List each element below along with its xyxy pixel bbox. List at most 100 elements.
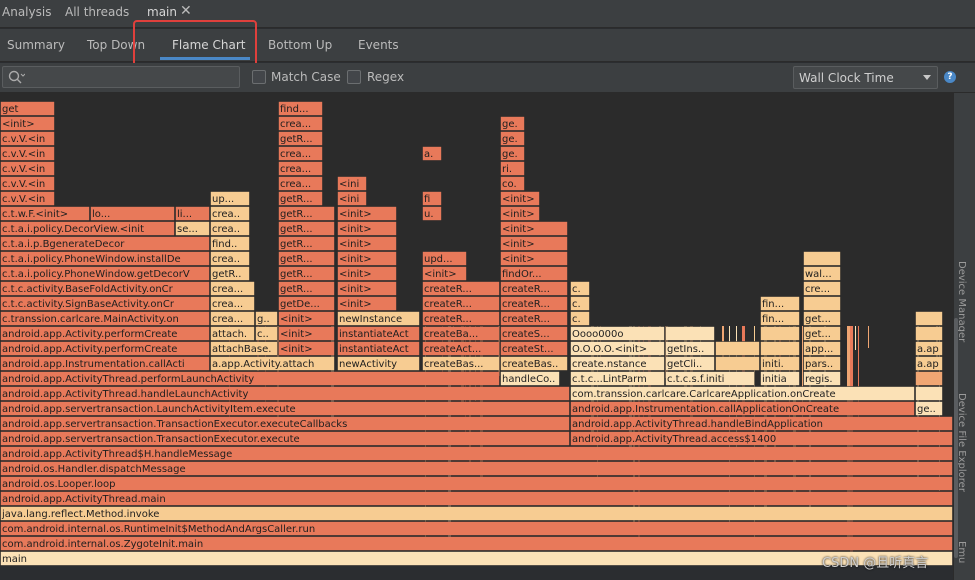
flame-frame[interactable]: <init>: [500, 236, 568, 251]
flame-frame[interactable]: regis.: [803, 371, 841, 386]
flame-frame[interactable]: cre...: [803, 281, 841, 296]
flame-frame[interactable]: initi.: [760, 356, 800, 371]
flame-frame[interactable]: crea..: [210, 251, 250, 266]
flame-frame[interactable]: c.t.a.i.policy.PhoneWindow.installDe: [0, 251, 210, 266]
flame-frame[interactable]: get: [0, 101, 55, 116]
flame-frame[interactable]: c.t.c...LintParm: [570, 371, 665, 386]
flame-frame-box[interactable]: [0, 551, 953, 566]
flame-frame[interactable]: c.v.V.<in: [0, 131, 55, 146]
flame-frame[interactable]: O.O.O.O.<init>: [570, 341, 665, 356]
flame-frame[interactable]: android.app.ActivityThread.performLaunch…: [0, 371, 500, 386]
tab-events[interactable]: Events: [358, 38, 399, 52]
flame-frame[interactable]: handleCo..: [500, 371, 560, 386]
tab-analysis[interactable]: Analysis: [2, 5, 51, 19]
flame-frame[interactable]: up...: [210, 191, 250, 206]
flame-frame[interactable]: attachBase.: [210, 341, 278, 356]
flame-frame[interactable]: crea..: [210, 221, 250, 236]
flame-frame[interactable]: android.app.Instrumentation.callActi: [0, 356, 210, 371]
regex-checkbox[interactable]: [347, 70, 361, 84]
flame-frame[interactable]: createR...: [422, 296, 500, 311]
flame-frame[interactable]: <init>: [500, 206, 540, 221]
flame-frame[interactable]: com.transsion.carlcare.CarlcareApplicati…: [570, 386, 915, 401]
flame-frame[interactable]: c.t.c.activity.SignBaseActivity.onCr: [0, 296, 210, 311]
flame-frame[interactable]: a.: [422, 146, 442, 161]
flame-frame[interactable]: create.nstance: [570, 356, 665, 371]
flame-frame[interactable]: <init>: [337, 206, 397, 221]
flame-frame-box[interactable]: [803, 296, 841, 311]
flame-frame[interactable]: c.: [570, 281, 590, 296]
flame-frame[interactable]: getR...: [278, 131, 323, 146]
flame-frame[interactable]: android.app.ActivityThread.handleLaunchA…: [0, 386, 570, 401]
flame-frame[interactable]: com.android.internal.os.ZygoteInit.main: [0, 536, 953, 551]
flame-frame[interactable]: c.v.V.<in: [0, 161, 55, 176]
flame-frame[interactable]: newInstance: [337, 311, 420, 326]
flame-frame[interactable]: createBas..: [500, 356, 568, 371]
flame-frame[interactable]: [760, 326, 800, 341]
flame-frame[interactable]: c.t.c.s.f.initi: [665, 371, 755, 386]
flame-frame[interactable]: c..: [255, 326, 278, 341]
flame-frame[interactable]: <init>: [278, 311, 335, 326]
flame-frame[interactable]: u.: [422, 206, 442, 221]
flame-frame[interactable]: <ini: [337, 191, 367, 206]
flame-frame-box[interactable]: [715, 356, 760, 371]
tab-summary[interactable]: Summary: [7, 38, 65, 52]
flame-frame[interactable]: c.v.V.<in: [0, 146, 55, 161]
flame-frame[interactable]: <init>: [422, 266, 467, 281]
flame-frame[interactable]: createR...: [422, 311, 500, 326]
flame-frame[interactable]: c.v.V.<in: [0, 176, 55, 191]
flame-frame[interactable]: [715, 356, 760, 371]
flame-frame[interactable]: <init>: [337, 236, 397, 251]
flame-frame[interactable]: a.ap: [915, 341, 943, 356]
flame-frame-box[interactable]: [915, 311, 943, 326]
flame-frame[interactable]: <init>: [500, 251, 568, 266]
flame-frame-box[interactable]: [760, 341, 800, 356]
flame-frame[interactable]: getR...: [278, 236, 335, 251]
flame-frame[interactable]: <init>: [337, 296, 397, 311]
flame-frame[interactable]: [915, 371, 943, 386]
flame-frame[interactable]: android.app.ActivityThread.handleBindApp…: [570, 416, 953, 431]
flame-frame[interactable]: lo...: [90, 206, 175, 221]
flame-frame[interactable]: se...: [175, 221, 210, 236]
flame-frame[interactable]: c.t.w.F.<init>: [0, 206, 90, 221]
flame-frame[interactable]: c.t.a.i.p.BgenerateDecor: [0, 236, 210, 251]
flame-frame[interactable]: android.app.servertransaction.Transactio…: [0, 416, 570, 431]
flame-frame[interactable]: [665, 326, 715, 341]
flame-frame[interactable]: [715, 341, 760, 356]
flame-frame[interactable]: c.transsion.carlcare.MainActivity.on: [0, 311, 210, 326]
flame-frame[interactable]: instantiateAct: [337, 326, 420, 341]
flame-frame[interactable]: createAct...: [422, 341, 500, 356]
flame-frame[interactable]: crea...: [278, 146, 323, 161]
match-case-checkbox[interactable]: [252, 70, 266, 84]
flame-frame[interactable]: <ini: [337, 176, 367, 191]
flame-frame[interactable]: android.app.Instrumentation.callApplicat…: [570, 401, 915, 416]
flame-frame[interactable]: findOr...: [500, 266, 568, 281]
flame-frame[interactable]: getR..: [210, 266, 250, 281]
close-icon[interactable]: ✕: [180, 3, 192, 19]
flame-frame-box[interactable]: [915, 326, 943, 341]
flame-frame[interactable]: android.app.Activity.performCreate: [0, 326, 210, 341]
flame-frame[interactable]: crea...: [210, 281, 255, 296]
flame-frame[interactable]: getR...: [278, 221, 335, 236]
flame-frame-box[interactable]: [915, 386, 943, 401]
flame-frame[interactable]: android.os.Looper.loop: [0, 476, 953, 491]
flame-frame[interactable]: ge.: [500, 146, 525, 161]
clock-type-select[interactable]: Wall Clock Time: [793, 66, 938, 89]
flame-frame[interactable]: find...: [278, 101, 323, 116]
flame-frame[interactable]: createBas...: [422, 356, 500, 371]
flame-frame[interactable]: createR...: [500, 311, 568, 326]
flame-frame[interactable]: [803, 251, 841, 266]
flame-frame[interactable]: instantiateAct: [337, 341, 420, 356]
flame-frame[interactable]: upd...: [422, 251, 467, 266]
flame-frame[interactable]: <init>: [278, 341, 335, 356]
flame-frame[interactable]: newActivity: [337, 356, 420, 371]
flame-frame[interactable]: <init>: [337, 266, 397, 281]
flame-frame[interactable]: getR...: [278, 191, 323, 206]
flame-frame[interactable]: app...: [803, 341, 841, 356]
flame-frame[interactable]: fi: [422, 191, 442, 206]
flame-frame-box[interactable]: [915, 371, 943, 386]
flame-frame[interactable]: fin...: [760, 296, 800, 311]
flame-frame[interactable]: getR...: [278, 251, 335, 266]
flame-frame[interactable]: android.app.servertransaction.Transactio…: [0, 431, 570, 446]
flame-chart-canvas[interactable]: main com.android.internal.os.ZygoteInit.m…: [0, 93, 953, 566]
flame-frame[interactable]: crea..: [210, 206, 250, 221]
